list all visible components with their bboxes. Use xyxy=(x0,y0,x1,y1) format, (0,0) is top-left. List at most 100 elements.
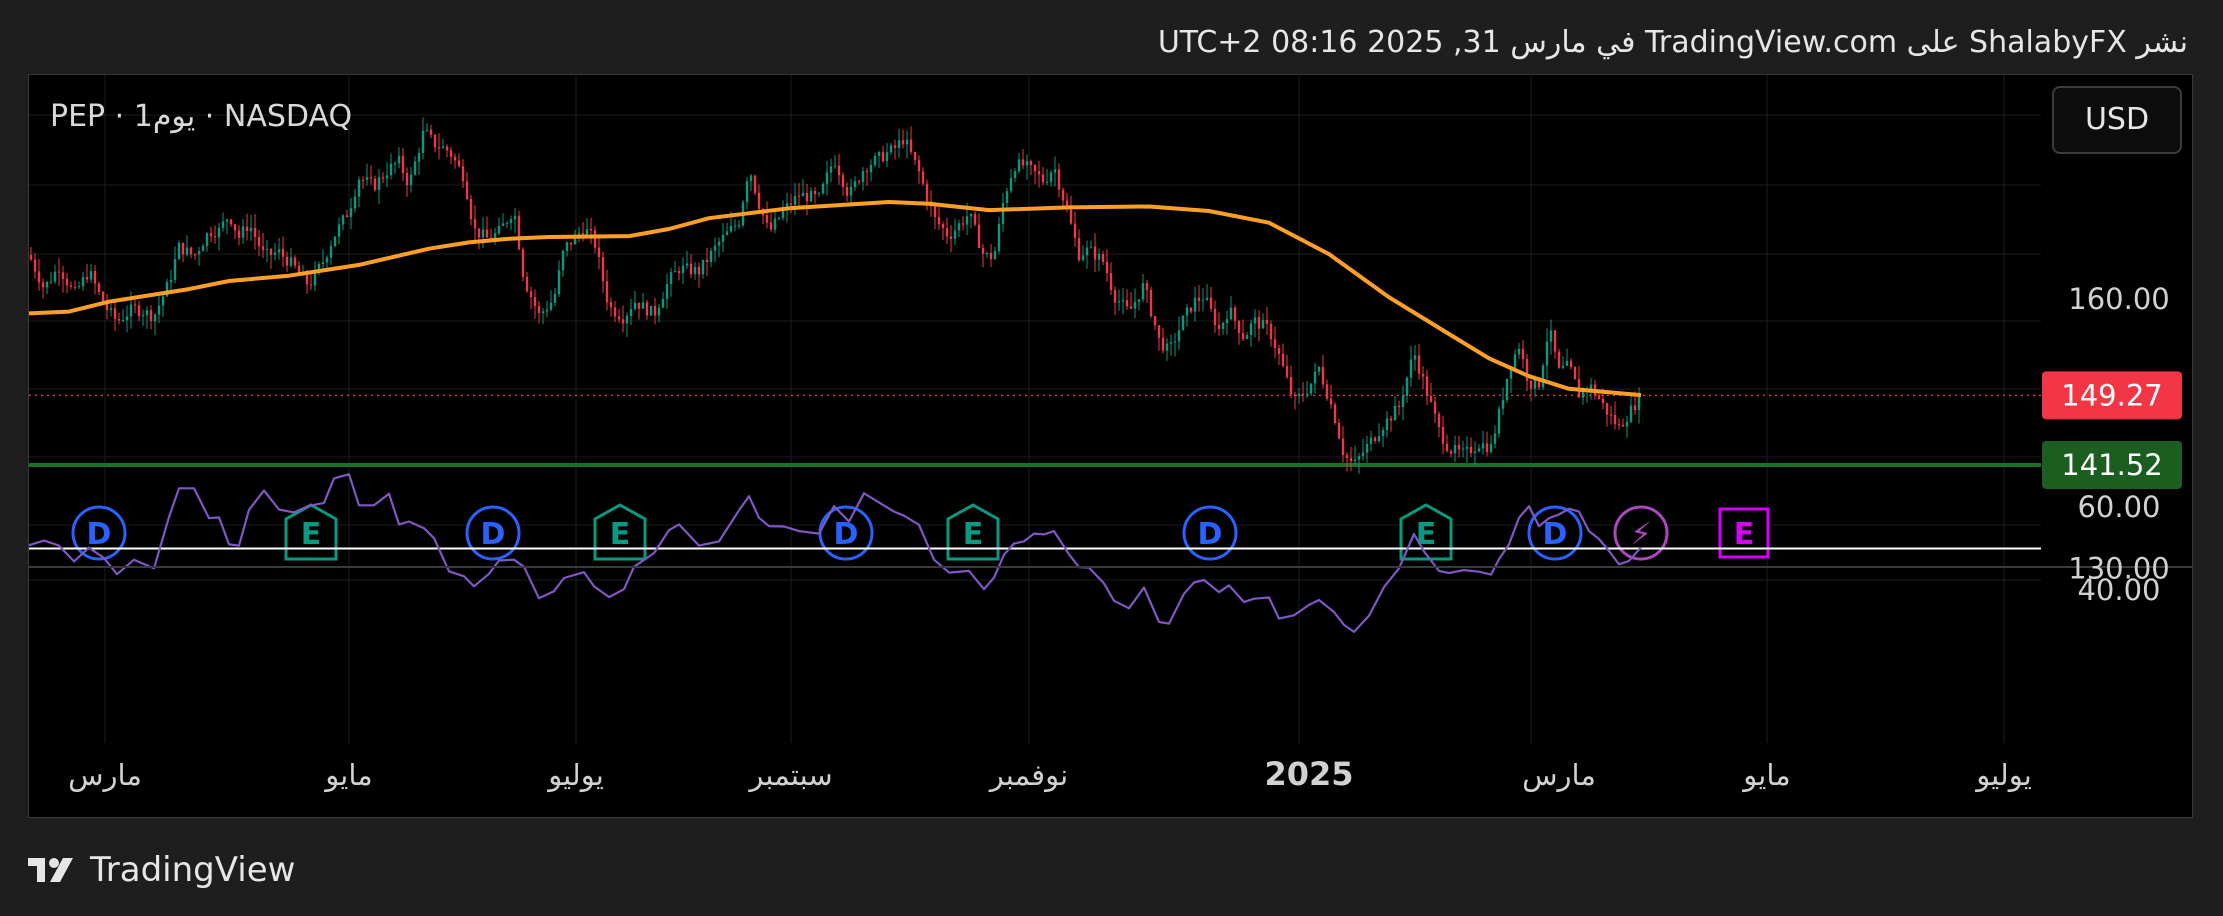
candle-body xyxy=(177,242,181,260)
candle-body xyxy=(337,224,341,237)
symbol-label[interactable]: PEP · 1يوم · NASDAQ xyxy=(50,99,352,135)
candle-body xyxy=(1049,172,1053,182)
candle-body xyxy=(513,215,517,220)
candle-body xyxy=(141,315,145,317)
candle-body xyxy=(1157,325,1161,338)
time-tick-label: يوليو xyxy=(546,758,604,792)
event-earnings[interactable]: E xyxy=(946,503,1000,561)
candle-body xyxy=(677,271,681,274)
candle-body xyxy=(1149,289,1153,317)
candle-body xyxy=(389,163,393,176)
candle-body xyxy=(853,181,857,187)
candle-body xyxy=(393,163,397,165)
candle-body xyxy=(465,181,469,200)
candle-body xyxy=(125,316,129,321)
candle-body xyxy=(1165,343,1169,351)
candle-body xyxy=(1481,443,1485,449)
candle-body xyxy=(1489,443,1493,452)
candle-body xyxy=(133,304,137,306)
candle-body xyxy=(485,229,489,238)
candle-body xyxy=(1589,384,1593,390)
candle-body xyxy=(69,285,73,287)
candle-body xyxy=(1125,300,1129,307)
candle-body xyxy=(533,297,537,307)
candle-body xyxy=(321,262,325,265)
candle-body xyxy=(289,257,293,266)
candle-body xyxy=(221,221,225,228)
event-dividend[interactable]: D xyxy=(71,505,127,561)
candle-body xyxy=(473,219,477,229)
candle-body xyxy=(109,308,113,311)
event-dividend[interactable]: D xyxy=(465,505,521,561)
candle-body xyxy=(949,236,953,239)
candle-body xyxy=(205,233,209,246)
candle-body xyxy=(525,276,529,292)
candle-body xyxy=(1189,307,1193,312)
candle-body xyxy=(905,139,909,145)
event-earnings[interactable]: E xyxy=(1399,503,1453,561)
candle-body xyxy=(1233,307,1237,321)
candle-body xyxy=(341,215,345,225)
candle-body xyxy=(885,152,889,162)
event-dividend[interactable]: D xyxy=(1182,505,1238,561)
candle-body xyxy=(1617,424,1621,426)
event-dividend[interactable]: D xyxy=(1527,505,1583,561)
candle-body xyxy=(597,247,601,258)
candle-body xyxy=(1257,317,1261,329)
candle-body xyxy=(57,271,61,273)
chart-canvas[interactable]: D E D E D E D E D ⚡ E 160.00130.0060.0040.00149.27… xyxy=(29,75,2192,817)
time-tick-label: سبتمبر xyxy=(747,758,832,792)
candle-body xyxy=(1597,395,1601,399)
candle-body xyxy=(233,224,237,231)
event-earnings_future[interactable]: E xyxy=(1718,507,1770,559)
time-tick-label: مارس xyxy=(1522,758,1596,792)
candle-body xyxy=(345,215,349,218)
candle-body xyxy=(517,215,521,250)
event-split[interactable]: ⚡ xyxy=(1613,505,1669,561)
candle-body xyxy=(997,223,1001,252)
candle-body xyxy=(553,294,557,303)
candle-body xyxy=(841,175,845,187)
currency-button[interactable]: USD xyxy=(2052,86,2182,154)
candle-body xyxy=(861,171,865,182)
candle-body xyxy=(897,140,901,148)
candle-body xyxy=(1541,365,1545,388)
candle-body xyxy=(893,145,897,148)
candle-body xyxy=(1517,348,1521,355)
candle-body xyxy=(1273,339,1277,349)
candle-body xyxy=(237,230,241,238)
candle-body xyxy=(1001,202,1005,224)
axes: 160.00130.0060.0040.00149.27141.52مارس ما… xyxy=(29,282,2192,793)
candle-body xyxy=(1521,348,1525,360)
candle-body xyxy=(813,190,817,195)
tradingview-logo[interactable]: TradingView xyxy=(28,848,295,892)
candle-body xyxy=(869,165,873,173)
candle-body xyxy=(161,296,165,306)
candle-body xyxy=(169,279,173,283)
candle-body xyxy=(1401,396,1405,408)
candle-body xyxy=(805,192,809,202)
candle-body xyxy=(297,265,301,273)
event-earnings[interactable]: E xyxy=(593,503,647,561)
candle-body xyxy=(637,302,641,309)
candle-body xyxy=(1461,448,1465,450)
event-dividend[interactable]: D xyxy=(818,505,874,561)
candle-body xyxy=(349,208,353,218)
candle-body xyxy=(1077,238,1081,261)
candle-body xyxy=(453,156,457,161)
candle-body xyxy=(1365,443,1369,453)
candle-body xyxy=(937,216,941,225)
candle-body xyxy=(769,222,773,230)
candle-body xyxy=(1473,451,1477,454)
candle-body xyxy=(1513,354,1517,370)
candle-body xyxy=(757,192,761,209)
candle-body xyxy=(845,186,849,196)
time-tick-label: 2025 xyxy=(1264,755,1353,793)
candle-body xyxy=(1385,418,1389,431)
candle-body xyxy=(85,277,89,280)
chart-panel[interactable]: D E D E D E D E D ⚡ E 160.00 130.00 60.00 40.00 149.27… xyxy=(28,74,2193,818)
event-earnings-letter: E xyxy=(610,517,631,552)
candle-body xyxy=(353,196,357,209)
event-earnings-letter: E xyxy=(1416,517,1437,552)
candle-body xyxy=(917,160,921,172)
